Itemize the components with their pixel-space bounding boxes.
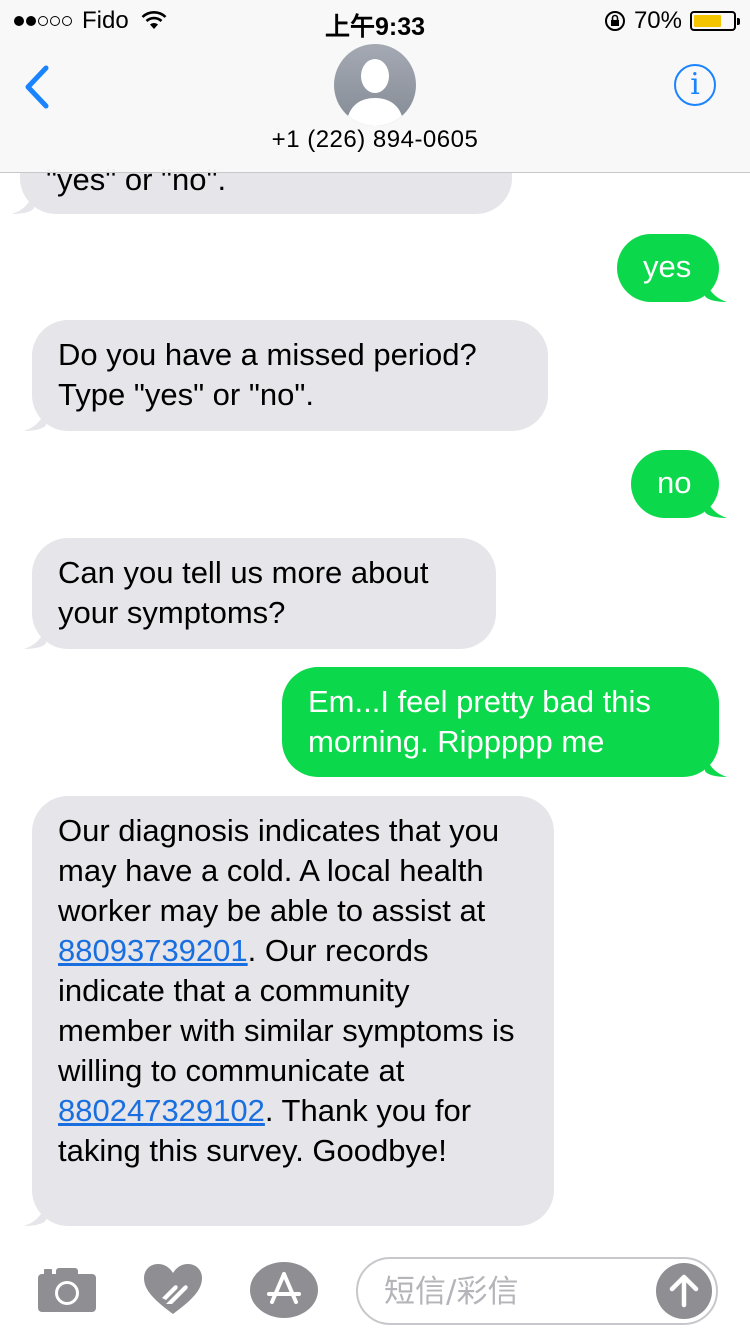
send-button[interactable] [656, 1263, 712, 1319]
info-button[interactable]: i [674, 64, 716, 106]
phone-number-link[interactable]: 88093739201 [58, 933, 248, 968]
chevron-left-icon [25, 65, 49, 109]
bubble-tail [705, 492, 727, 518]
outgoing-message-bubble: yes [617, 234, 727, 302]
send-arrow-icon [669, 1274, 699, 1308]
message-text: yes [643, 249, 692, 284]
camera-icon [38, 1268, 96, 1312]
battery-percent: 70% [633, 7, 682, 34]
message-text: Do you have a missed period? Type "yes" … [58, 337, 477, 412]
bubble-tail [24, 1200, 46, 1226]
battery-level-fill [694, 15, 721, 27]
message-text: Em...I feel pretty bad this morning. Rip… [308, 684, 651, 759]
app-store-icon [250, 1262, 318, 1318]
incoming-message-bubble: Do you have a missed period? Type "yes" … [24, 320, 548, 431]
digital-touch-icon [144, 1264, 202, 1314]
message-text: Can you tell us more about your symptoms… [58, 555, 429, 630]
incoming-message-bubble: Our diagnosis indicates that you may hav… [24, 796, 554, 1226]
bubble-tail [24, 623, 46, 649]
rotation-lock-icon [604, 11, 625, 31]
message-text: Our diagnosis indicates that you may hav… [58, 813, 500, 928]
message-compose-field[interactable] [356, 1257, 718, 1325]
bubble-tail [705, 751, 727, 777]
app-store-button[interactable] [250, 1262, 318, 1323]
bubble-tail [12, 188, 34, 214]
back-button[interactable] [20, 62, 60, 112]
digital-touch-button[interactable] [144, 1264, 202, 1321]
info-icon: i [690, 67, 700, 102]
contact-number[interactable]: +1 (226) 894-0605 [0, 126, 750, 154]
outgoing-message-bubble: no [631, 450, 727, 518]
contact-avatar[interactable] [334, 44, 416, 126]
status-bar: Fido 上午9:33 70% [0, 0, 750, 41]
message-text: no [657, 465, 692, 500]
message-input[interactable] [382, 1259, 646, 1325]
phone-number-link[interactable]: 880247329102 [58, 1093, 265, 1128]
message-thread: "yes" or "no". yes Do you have a missed … [0, 0, 750, 1334]
bubble-tail [705, 276, 727, 302]
battery-icon [690, 11, 740, 31]
person-silhouette-icon [346, 59, 404, 126]
incoming-message-bubble: Can you tell us more about your symptoms… [24, 538, 496, 649]
compose-toolbar [0, 1240, 750, 1334]
bubble-tail [24, 405, 46, 431]
outgoing-message-bubble: Em...I feel pretty bad this morning. Rip… [282, 667, 727, 777]
camera-button[interactable] [38, 1266, 96, 1317]
